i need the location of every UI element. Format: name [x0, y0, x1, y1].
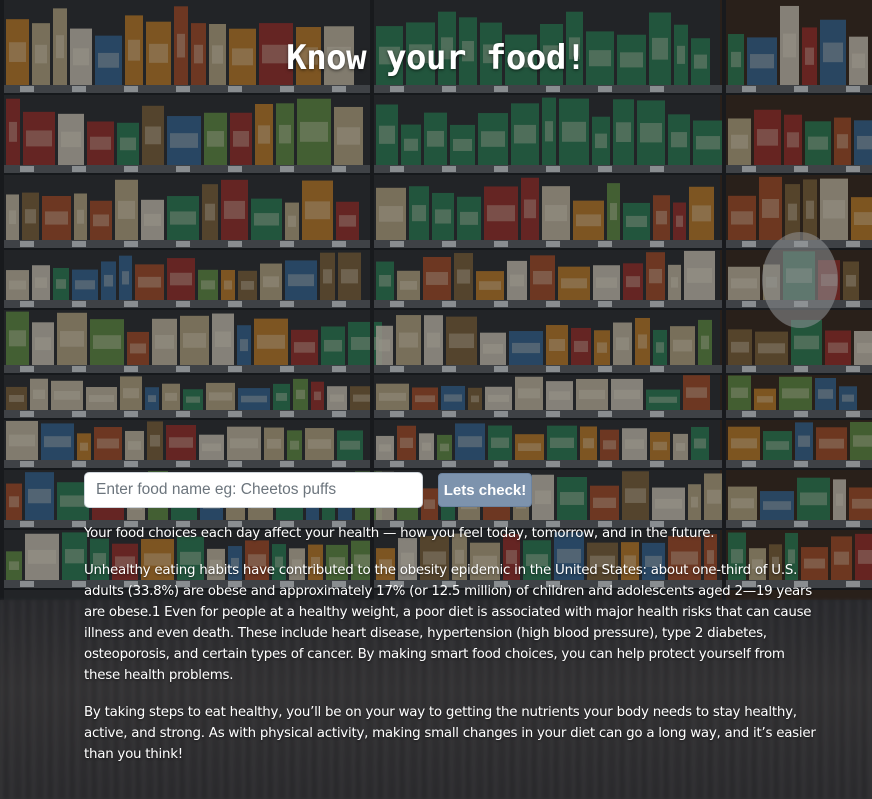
lets-check-button[interactable]: Lets check! [438, 473, 532, 507]
paragraph-intro: Your food choices each day affect your h… [84, 526, 715, 541]
paragraph-healthy-steps: By taking steps to eat healthy, you’ll b… [84, 705, 816, 762]
paragraph-obesity: Unhealthy eating habits have contributed… [84, 563, 812, 683]
food-search-input[interactable] [84, 472, 423, 508]
search-form: Lets check! [84, 472, 532, 508]
article-text: Your food choices each day affect your h… [84, 523, 819, 781]
page-title: Know your food! [286, 38, 586, 78]
